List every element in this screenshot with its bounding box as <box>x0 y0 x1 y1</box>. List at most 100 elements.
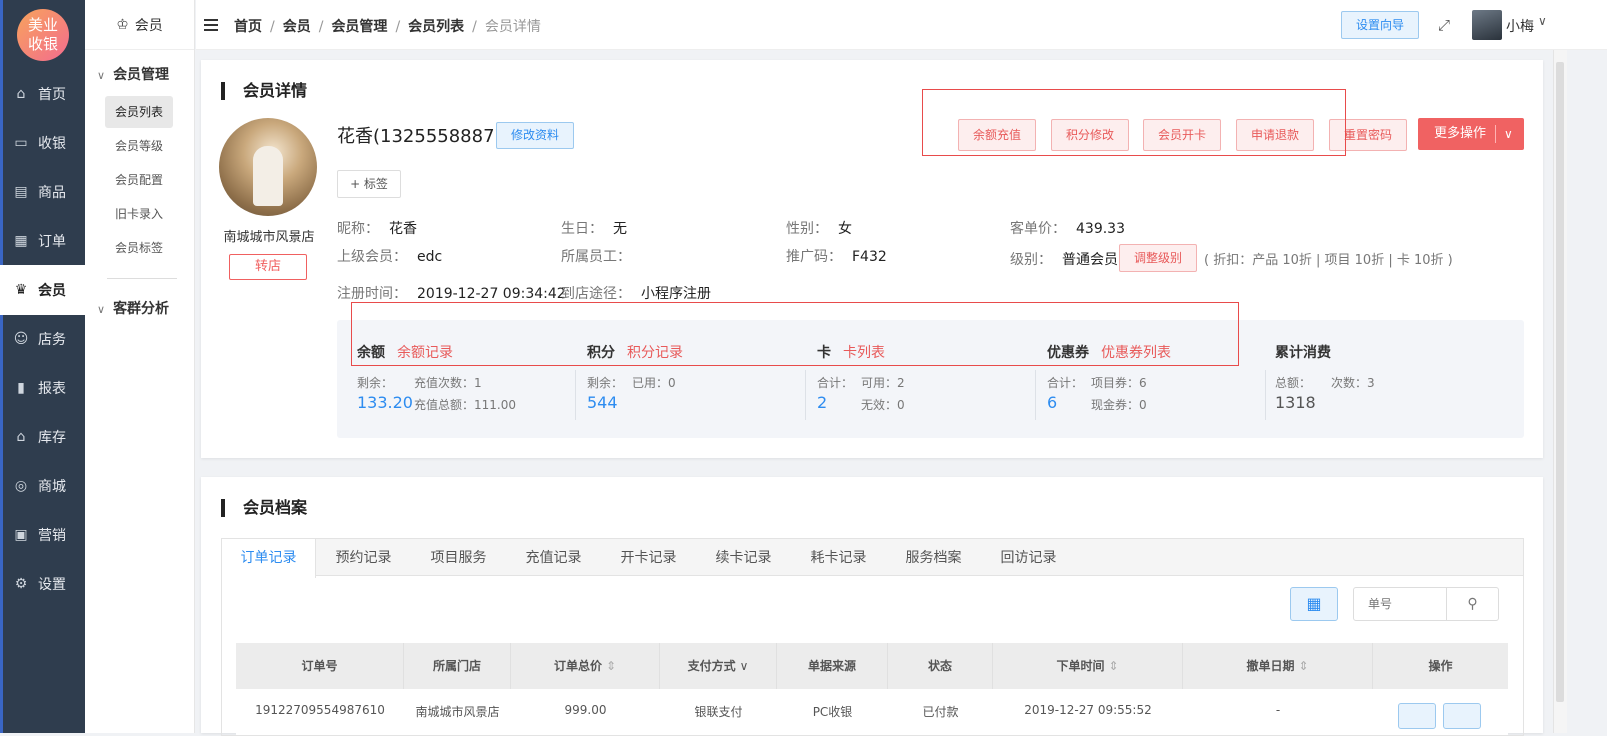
breadcrumb-home[interactable]: 首页 <box>234 19 262 35</box>
gift-icon: ▣ <box>14 527 28 543</box>
tab-service-archive[interactable]: 服务档案 <box>886 539 981 577</box>
breadcrumb-member-list[interactable]: 会员列表 <box>408 19 464 35</box>
setup-guide-button[interactable]: 设置向导 <box>1341 11 1419 39</box>
nav-item-home[interactable]: ⌂ 首页 <box>0 69 85 119</box>
tab-renew-card-records[interactable]: 续卡记录 <box>696 539 791 577</box>
col-order-no: 订单号 <box>236 643 404 689</box>
nav-item-mall[interactable]: ◎ 商城 <box>0 461 85 511</box>
nav-item-goods[interactable]: ▤ 商品 <box>0 167 85 217</box>
user-name[interactable]: 小梅 <box>1506 16 1534 36</box>
stat-key: 剩余： <box>587 376 624 390</box>
tab-project-service[interactable]: 项目服务 <box>411 539 506 577</box>
stat-value: 1318 <box>1275 393 1316 412</box>
top-bar: 首页 / 会员 / 会员管理 / 会员列表 / 会员详情 设置向导 ⤢ 小梅 ∨ <box>196 0 1607 50</box>
breadcrumb-member[interactable]: 会员 <box>283 19 311 35</box>
breadcrumb: 首页 / 会员 / 会员管理 / 会员列表 / 会员详情 <box>234 19 541 35</box>
warehouse-icon: ⌂ <box>16 429 26 445</box>
more-actions-button[interactable]: 更多操作 ∨ <box>1418 118 1524 150</box>
avatar[interactable] <box>1472 10 1502 40</box>
tab-appointment-records[interactable]: 预约记录 <box>316 539 411 577</box>
sub-group-label: 会员管理 <box>113 67 170 83</box>
chevron-down-icon[interactable]: ∨ <box>1504 118 1513 150</box>
nav-item-label: 报表 <box>38 381 66 397</box>
breadcrumb-current: 会员详情 <box>484 19 541 35</box>
stat-key: 可用：2 <box>861 376 905 390</box>
col-order-time[interactable]: 下单时间 ⇕ <box>993 643 1183 689</box>
stat-key: 合计： <box>817 376 854 390</box>
tab-consume-card-records[interactable]: 耗卡记录 <box>791 539 886 577</box>
member-avatar <box>219 118 317 216</box>
breadcrumb-member-management[interactable]: 会员管理 <box>331 19 387 35</box>
stat-value: 544 <box>587 393 618 412</box>
add-tag-button[interactable]: + 标签 <box>337 170 401 198</box>
sub-sidebar-title: 会员 <box>134 17 163 34</box>
sub-group-label: 客群分析 <box>113 301 170 317</box>
chevron-down-icon[interactable]: ∨ <box>1538 14 1547 28</box>
sub-item-member-level[interactable]: 会员等级 <box>105 130 173 162</box>
logo-line-2: 收银 <box>27 35 58 53</box>
nav-item-staff[interactable]: ☺ 店务 <box>0 314 85 364</box>
logo-line-1: 美业 <box>27 16 58 34</box>
edit-profile-button[interactable]: 修改资料 <box>496 122 574 149</box>
search-icon[interactable]: ⚲ <box>1446 588 1498 620</box>
nav-item-gear[interactable]: ⚙ 设置 <box>0 559 85 609</box>
nickname-field: 昵称： 花香 <box>337 221 417 237</box>
member-name: 花香(13255588877) <box>337 126 514 147</box>
order-number-input[interactable] <box>1354 588 1446 620</box>
adjust-level-button[interactable]: 调整级别 <box>1119 244 1197 272</box>
nav-item-label: 商城 <box>38 479 66 495</box>
nav-item-warehouse[interactable]: ⌂ 库存 <box>0 412 85 462</box>
fullscreen-icon[interactable]: ⤢ <box>1438 16 1450 34</box>
sub-group-member-management[interactable]: ∨ 会员管理 <box>97 64 169 84</box>
stat-key: 现金券：0 <box>1091 398 1147 412</box>
nav-item-report[interactable]: ▮ 报表 <box>0 363 85 413</box>
nav-item-label: 首页 <box>38 87 66 103</box>
nav-item-gift[interactable]: ▣ 营销 <box>0 510 85 560</box>
stat-title: 累计消费 <box>1275 345 1331 361</box>
mall-icon: ◎ <box>14 478 28 494</box>
stat-consumption: 累计消费 总额： 1318 次数：3 <box>1255 320 1485 438</box>
nav-item-label: 库存 <box>38 430 66 446</box>
stat-key: 剩余： <box>357 376 394 390</box>
order-search: ⚲ <box>1353 587 1499 621</box>
col-cancel-date[interactable]: 撤单日期 ⇕ <box>1183 643 1373 689</box>
col-store: 所属门店 <box>404 643 511 689</box>
tab-recharge-records[interactable]: 充值记录 <box>506 539 601 577</box>
more-actions-label: 更多操作 <box>1434 126 1487 141</box>
cell-store: 南城城市风景店 <box>415 705 500 719</box>
sub-item-member-config[interactable]: 会员配置 <box>105 164 173 196</box>
cell-status: 已付款 <box>922 705 959 719</box>
member-store: 南城城市风景店 <box>223 230 315 245</box>
highlight-box <box>922 89 1346 156</box>
menu-toggle-icon[interactable] <box>204 19 218 31</box>
nav-item-label: 订单 <box>38 234 66 250</box>
col-total[interactable]: 订单总价 ⇕ <box>511 643 660 689</box>
stat-key: 总额： <box>1275 376 1312 390</box>
nav-item-label: 会员 <box>38 283 66 299</box>
nav-item-order[interactable]: ▦ 订单 <box>0 216 85 266</box>
app-logo[interactable]: 美业 收银 <box>17 9 69 61</box>
nav-item-label: 设置 <box>38 577 66 593</box>
scrollbar-thumb[interactable] <box>1556 62 1564 702</box>
tab-open-card-records[interactable]: 开卡记录 <box>601 539 696 577</box>
col-status: 状态 <box>888 643 993 689</box>
highlight-box <box>351 302 1239 366</box>
staff-icon: ☺ <box>13 331 29 347</box>
sub-item-member-list[interactable]: 会员列表 <box>105 96 173 128</box>
crown-icon: ♔ <box>116 16 129 33</box>
transfer-store-button[interactable]: 转店 <box>229 254 307 280</box>
tab-followup-records[interactable]: 回访记录 <box>981 539 1076 577</box>
nav-item-crown[interactable]: ♛ 会员 <box>0 265 85 315</box>
main-sidebar: 美业 收银 ⌂ 首页 ▭ 收银 ▤ 商品 ▦ 订单 ♛ 会员 ☺ 店务 ▮ 报表 ⌂ 库存 ◎ 商城 ▣ 营销 ⚙ 设置 <box>0 0 85 733</box>
cashier-icon: ▭ <box>14 135 28 151</box>
sub-item-member-tag[interactable]: 会员标签 <box>105 232 173 264</box>
col-pay-method[interactable]: 支付方式 ∨ <box>660 643 777 689</box>
calendar-icon[interactable]: ▦ <box>1290 587 1338 621</box>
sort-icon: ⇕ <box>1298 659 1309 673</box>
sub-group-customer-analysis[interactable]: ∨ 客群分析 <box>97 298 169 318</box>
nav-item-cashier[interactable]: ▭ 收银 <box>0 118 85 168</box>
undo-order-button[interactable] <box>1443 703 1481 729</box>
view-detail-button[interactable] <box>1398 703 1436 729</box>
tab-order-records[interactable]: 订单记录 <box>222 539 316 578</box>
sub-item-old-card[interactable]: 旧卡录入 <box>105 198 173 230</box>
